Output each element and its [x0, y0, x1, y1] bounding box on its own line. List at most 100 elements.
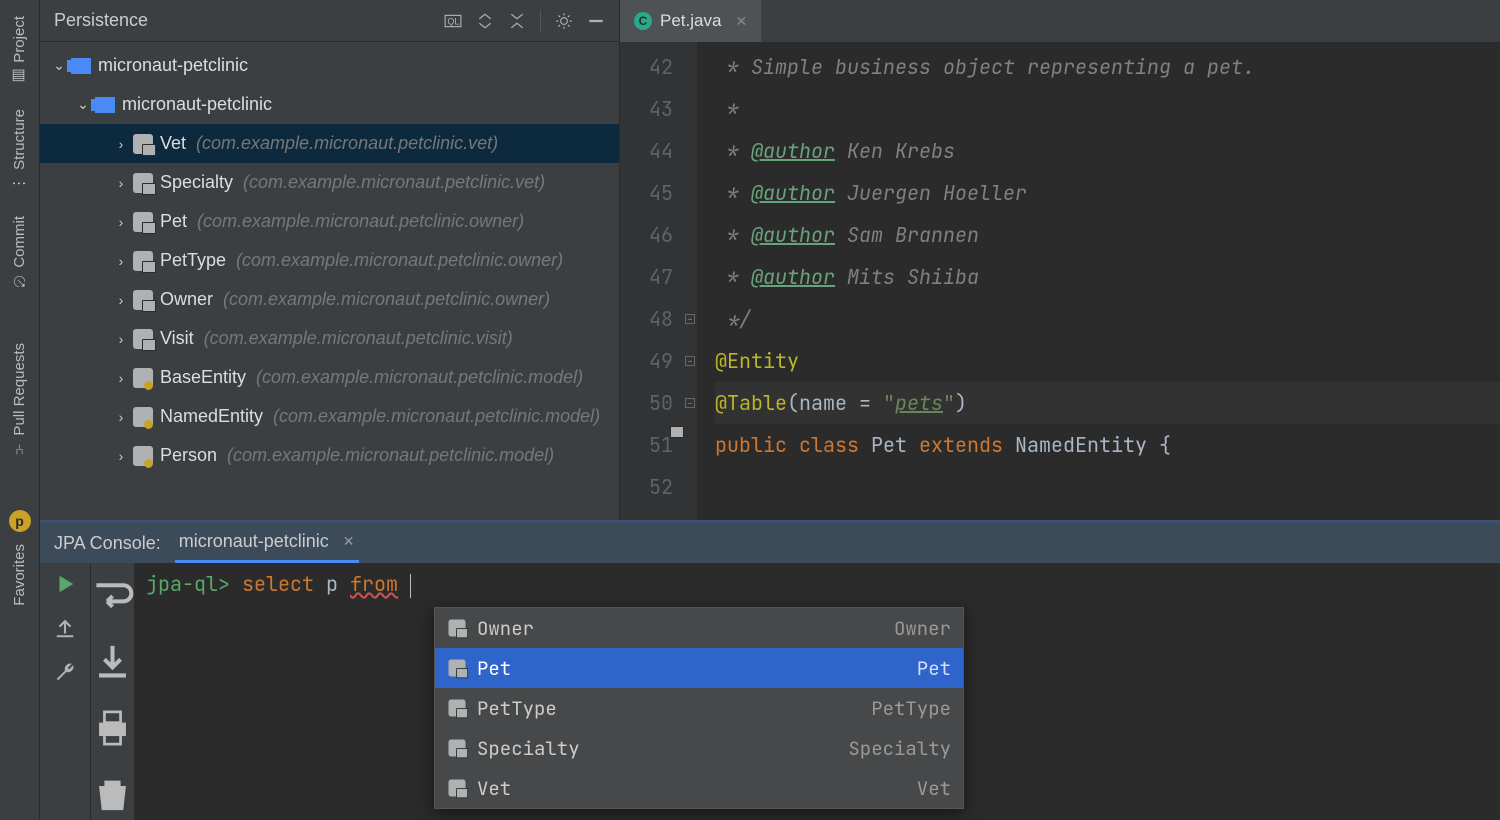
chevron-right-icon[interactable]: › — [112, 448, 130, 464]
editor-tab-pet[interactable]: C Pet.java ✕ — [620, 0, 761, 42]
fold-marker[interactable]: – — [685, 314, 695, 324]
entity-name: NamedEntity — [160, 406, 263, 427]
completion-item-pettype[interactable]: PetTypePetType — [435, 688, 963, 728]
entity-icon — [132, 133, 154, 155]
entity-name: Visit — [160, 328, 194, 349]
entity-package: (com.example.micronaut.petclinic.owner) — [197, 211, 524, 232]
persistence-tree[interactable]: ⌄ micronaut-petclinic ⌄ micronaut-petcli… — [40, 42, 619, 520]
chevron-down-icon[interactable]: ⌄ — [74, 96, 92, 113]
download-icon[interactable] — [91, 639, 134, 685]
entity-icon — [449, 780, 466, 797]
entity-package: (com.example.micronaut.petclinic.vet) — [243, 172, 545, 193]
tree-entity-owner[interactable]: ›Owner(com.example.micronaut.petclinic.o… — [40, 280, 619, 319]
query-input[interactable]: jpa-ql> select p from OwnerOwnerPetPetPe… — [134, 563, 1500, 820]
code-area[interactable]: * Simple business object representing a … — [697, 42, 1500, 520]
export-icon[interactable] — [54, 617, 76, 639]
tool-window-bar: ▤ Project ⋮ Structure ⎋ Commit ⑂ Pull Re… — [0, 0, 40, 820]
chevron-right-icon[interactable]: › — [112, 370, 130, 386]
entity-icon — [132, 367, 154, 389]
entity-icon — [449, 620, 466, 637]
code-line[interactable]: * Simple business object representing a … — [715, 46, 1500, 88]
fold-marker[interactable]: – — [685, 398, 695, 408]
code-line[interactable]: * @author Ken Krebs — [715, 130, 1500, 172]
trash-icon[interactable] — [91, 771, 134, 817]
structure-tool-tab[interactable]: ⋮ Structure — [7, 97, 32, 204]
entity-icon — [449, 700, 466, 717]
favorites-tool-tab[interactable]: Favorites — [7, 532, 32, 618]
run-icon[interactable] — [54, 573, 76, 595]
chevron-down-icon[interactable]: ⌄ — [50, 57, 68, 74]
entity-package: (com.example.micronaut.petclinic.model) — [227, 445, 554, 466]
close-icon[interactable]: ✕ — [735, 13, 747, 30]
module-icon — [94, 94, 116, 116]
completion-item-specialty[interactable]: SpecialtySpecialty — [435, 728, 963, 768]
autocomplete-popup[interactable]: OwnerOwnerPetPetPetTypePetTypeSpecialtyS… — [434, 607, 964, 809]
console-session-tab[interactable]: micronaut-petclinic ✕ — [175, 523, 359, 563]
fold-marker[interactable]: – — [685, 356, 695, 366]
entity-package: (com.example.micronaut.petclinic.visit) — [204, 328, 513, 349]
chevron-right-icon[interactable]: › — [112, 175, 130, 191]
print-icon[interactable] — [91, 705, 134, 751]
entity-name: Person — [160, 445, 217, 466]
completion-type: Specialty — [848, 736, 951, 761]
jpa-console-panel: JPA Console: micronaut-petclinic ✕ jpa-q… — [40, 520, 1500, 820]
hide-icon[interactable] — [587, 12, 605, 30]
settings-wrench-icon[interactable] — [54, 661, 76, 683]
chevron-right-icon[interactable]: › — [112, 331, 130, 347]
project-tool-tab[interactable]: ▤ Project — [7, 4, 32, 97]
chevron-right-icon[interactable]: › — [112, 409, 130, 425]
pull-requests-tool-tab[interactable]: ⑂ Pull Requests — [7, 331, 32, 470]
entity-icon — [449, 740, 466, 757]
tree-root[interactable]: ⌄ micronaut-petclinic — [40, 46, 619, 85]
completion-type: Pet — [917, 656, 951, 681]
tree-entity-vet[interactable]: ›Vet(com.example.micronaut.petclinic.vet… — [40, 124, 619, 163]
tree-entity-visit[interactable]: › Visit (com.example.micronaut.petclinic.v… — [40, 319, 619, 358]
tree-entity-baseentity[interactable]: ›BaseEntity(com.example.micronaut.petcli… — [40, 358, 619, 397]
entity-name: PetType — [160, 250, 226, 271]
tree-entity-specialty[interactable]: ›Specialty(com.example.micronaut.petclin… — [40, 163, 619, 202]
code-line[interactable]: * — [715, 88, 1500, 130]
chevron-right-icon[interactable]: › — [112, 292, 130, 308]
tree-entity-namedentity[interactable]: ›NamedEntity(com.example.micronaut.petcl… — [40, 397, 619, 436]
chevron-right-icon[interactable]: › — [112, 136, 130, 152]
console-history-toolbar — [90, 563, 134, 820]
expand-all-icon[interactable] — [476, 12, 494, 30]
tree-entity-person[interactable]: › Person (com.example.micronaut.petclinic.… — [40, 436, 619, 475]
persistence-tool-window: Persistence QL ⌄ micronaut-petclinic — [40, 0, 620, 520]
completion-item-pet[interactable]: PetPet — [435, 648, 963, 688]
entity-icon — [132, 328, 154, 350]
code-editor[interactable]: 4243444546474849505152 ––– * Simple busi… — [620, 42, 1500, 520]
user-avatar[interactable]: p — [9, 510, 31, 532]
close-icon[interactable]: ✕ — [343, 533, 355, 550]
tree-entity-pettype[interactable]: ›PetType(com.example.micronaut.petclinic… — [40, 241, 619, 280]
code-line[interactable]: public class Pet extends NamedEntity { — [715, 424, 1500, 466]
code-line[interactable]: * @author Juergen Hoeller — [715, 172, 1500, 214]
code-line[interactable]: @Table(name = "pets") — [715, 382, 1500, 424]
gear-icon[interactable] — [555, 12, 573, 30]
code-line[interactable]: @Entity — [715, 340, 1500, 382]
entity-gutter-icon[interactable] — [661, 436, 679, 454]
fold-gutter[interactable]: – – – — [683, 42, 697, 520]
persistence-title: Persistence — [54, 10, 444, 31]
module-icon — [70, 55, 92, 77]
completion-label: Vet — [477, 776, 917, 801]
completion-item-owner[interactable]: OwnerOwner — [435, 608, 963, 648]
tree-module[interactable]: ⌄ micronaut-petclinic — [40, 85, 619, 124]
completion-item-vet[interactable]: VetVet — [435, 768, 963, 808]
code-line[interactable]: */ — [715, 298, 1500, 340]
tree-entity-pet[interactable]: ›Pet(com.example.micronaut.petclinic.own… — [40, 202, 619, 241]
ql-icon[interactable]: QL — [444, 12, 462, 30]
chevron-right-icon[interactable]: › — [112, 214, 130, 230]
chevron-right-icon[interactable]: › — [112, 253, 130, 269]
entity-icon — [132, 172, 154, 194]
commit-tool-tab[interactable]: ⎋ Commit — [7, 204, 32, 302]
completion-type: Owner — [894, 616, 951, 641]
code-line[interactable] — [715, 466, 1500, 508]
persistence-header: Persistence QL — [40, 0, 619, 42]
project-icon: ▤ — [12, 69, 28, 85]
code-line[interactable]: * @author Mits Shiiba — [715, 256, 1500, 298]
wrap-icon[interactable] — [91, 573, 134, 619]
code-line[interactable]: * @author Sam Brannen — [715, 214, 1500, 256]
svg-text:QL: QL — [447, 16, 459, 26]
collapse-all-icon[interactable] — [508, 12, 526, 30]
